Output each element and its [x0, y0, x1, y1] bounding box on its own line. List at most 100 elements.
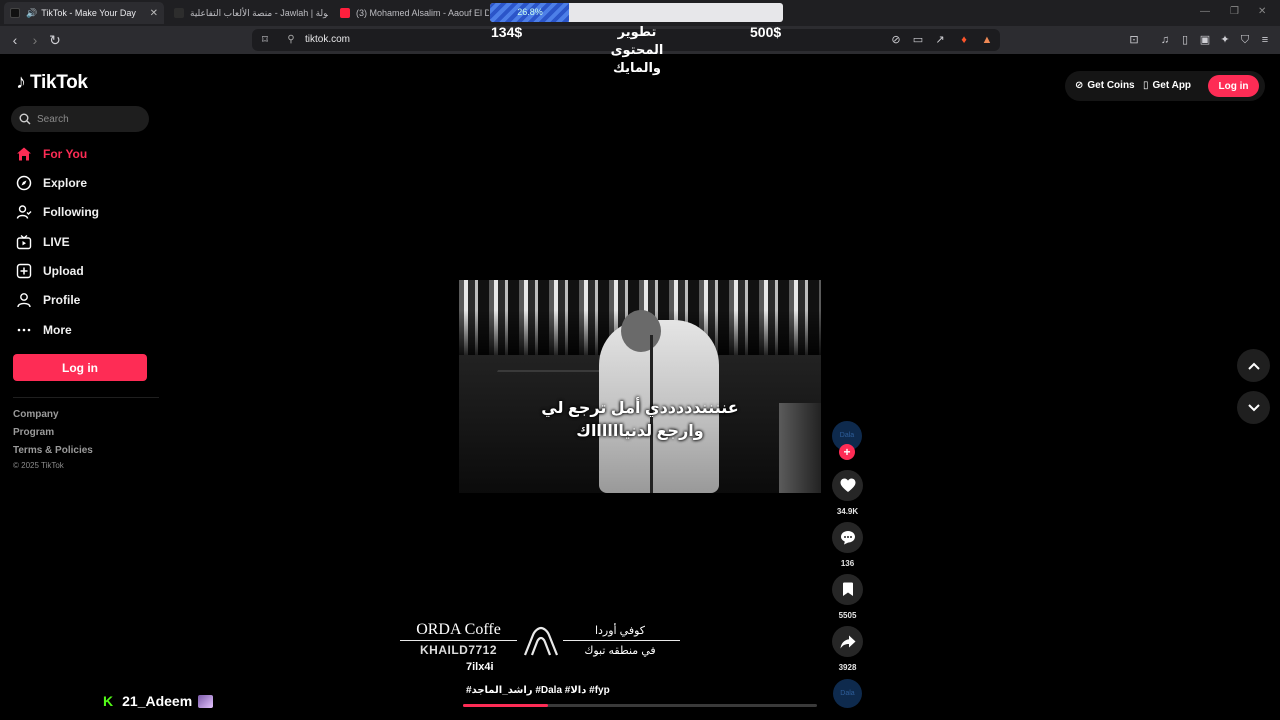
goal-title: تطوير المحتوى والمايك	[610, 24, 664, 75]
video-player[interactable]: عنننندددددي أمل ترجع لي وارجع لدنياااااا…	[459, 280, 821, 493]
sidebar-toggle-icon[interactable]: ⊡	[1127, 33, 1141, 47]
header-login-button[interactable]: Log in	[1208, 75, 1259, 97]
coin-icon: ⊘	[1075, 80, 1084, 91]
sidebar-item-label: Explore	[43, 176, 88, 190]
like-button[interactable]	[832, 470, 863, 501]
streamer-badge: K 21_Adeem	[103, 693, 214, 709]
browser-tab-jawlah[interactable]: منصة الألعاب التفاعلية - Jawlah | جولة	[168, 2, 328, 24]
translate-icon[interactable]: ⊘	[889, 33, 903, 47]
sidebar-item-label: Upload	[43, 264, 84, 278]
heart-icon	[840, 478, 855, 492]
sidebar-item-explore[interactable]: Explore	[16, 173, 87, 193]
speaker-icon: 🔊	[26, 7, 38, 18]
vpn-icon[interactable]: ⛉	[1238, 33, 1252, 47]
sidebar-item-live[interactable]: LIVE	[16, 232, 70, 252]
reader-icon[interactable]: ▯	[1178, 33, 1192, 47]
overlay-line-left	[400, 640, 517, 641]
footer-link-terms[interactable]: Terms & Policies	[13, 445, 93, 456]
search-box[interactable]	[11, 106, 149, 132]
get-app-button[interactable]: ▯ Get App	[1143, 80, 1191, 91]
goal-target: 500$	[750, 24, 782, 40]
search-icon	[19, 113, 31, 125]
bookmark-icon	[842, 582, 853, 596]
streamer-emote-icon	[198, 694, 214, 708]
tab-title: TikTok - Make Your Day	[41, 8, 136, 18]
kick-icon: K	[103, 693, 114, 709]
restore-icon[interactable]: ❐	[1230, 6, 1239, 17]
goal-progress-bar: 26.8%	[490, 3, 783, 22]
bookmark-icon[interactable]: ⌑	[256, 31, 274, 49]
profile-icon	[16, 292, 32, 308]
share-icon	[840, 635, 855, 648]
next-video-button[interactable]	[1237, 391, 1270, 424]
tiktok-logo-icon: ♪	[16, 71, 26, 93]
sidebar-login-button[interactable]: Log in	[13, 354, 147, 381]
video-caption-line2: وارجع لدنيااااااك	[576, 423, 704, 440]
sidebar-item-following[interactable]: Following	[16, 202, 99, 222]
tiktok-icon	[10, 8, 20, 18]
close-icon[interactable]: ✕	[150, 8, 158, 19]
copyright-text: © 2025 TikTok	[13, 461, 64, 470]
save-count: 5505	[838, 611, 857, 620]
following-icon	[16, 204, 32, 220]
menu-icon[interactable]: ≡	[1258, 33, 1272, 47]
overlay-line-right	[563, 640, 680, 641]
back-icon[interactable]: ‹	[6, 31, 24, 49]
sidebar-item-upload[interactable]: Upload	[16, 261, 84, 281]
goal-percent: 26.8%	[517, 7, 543, 17]
leo-ai-icon[interactable]: ✦	[1218, 33, 1232, 47]
sidebar-item-for-you[interactable]: For You	[16, 144, 87, 164]
music-disc[interactable]: Dala	[833, 679, 862, 708]
like-count: 34.9K	[836, 507, 859, 516]
tiktok-logo[interactable]: ♪ TikTok	[16, 71, 88, 94]
tab-title: (3) Mohamed Alsalim - Aaouf El Dem	[356, 8, 489, 18]
tab-title: منصة الألعاب التفاعلية - Jawlah | جولة	[190, 7, 328, 18]
video-author[interactable]: 7ilx4i	[466, 661, 494, 673]
rewards-icon[interactable]: ▲	[980, 33, 994, 47]
goal-current: 134$	[491, 24, 523, 40]
singer-head	[621, 310, 661, 352]
video-progress-bar[interactable]	[463, 704, 817, 707]
chevron-down-icon	[1247, 403, 1260, 411]
comment-button[interactable]	[832, 522, 863, 553]
share-page-icon[interactable]: ↗	[933, 33, 947, 47]
video-caption-line1: عنننندددددي أمل ترجع لي	[541, 400, 739, 417]
cast-icon[interactable]: ▭	[911, 33, 925, 47]
get-app-label: Get App	[1152, 80, 1192, 91]
footer-link-program[interactable]: Program	[13, 427, 54, 438]
previous-video-button[interactable]	[1237, 349, 1270, 382]
music-icon[interactable]: ♫	[1158, 33, 1172, 47]
sidebar-item-label: For You	[43, 147, 88, 161]
home-icon	[16, 146, 32, 162]
forward-icon[interactable]: ›	[26, 31, 44, 49]
sidebar-item-more[interactable]: More	[16, 320, 72, 340]
overlay-handle: KHAILD7712	[419, 643, 498, 657]
share-button[interactable]	[832, 626, 863, 657]
upload-icon	[16, 263, 32, 279]
chevron-up-icon	[1247, 362, 1260, 370]
get-coins-button[interactable]: ⊘ Get Coins	[1075, 80, 1135, 91]
minimize-icon[interactable]: —	[1200, 6, 1210, 17]
video-description[interactable]: #راشد_الماجد #Dala #دالا #fyp	[466, 685, 610, 696]
brave-shield-icon[interactable]: ♦	[957, 33, 971, 47]
footer-link-company[interactable]: Company	[13, 409, 59, 420]
browser-tab-youtube[interactable]: (3) Mohamed Alsalim - Aaouf El Dem	[334, 2, 489, 24]
sidebar-item-label: Profile	[43, 293, 81, 307]
browser-tab-tiktok[interactable]: 🔊 TikTok - Make Your Day ✕	[4, 2, 164, 24]
orda-logo-icon	[523, 626, 559, 656]
compass-icon	[16, 175, 32, 191]
comment-icon	[840, 531, 855, 545]
url-text[interactable]: tiktok.com	[305, 34, 350, 45]
youtube-icon	[340, 8, 350, 18]
sidebar-item-label: LIVE	[43, 235, 70, 249]
streamer-name: 21_Adeem	[122, 693, 193, 709]
brand-name: TikTok	[30, 71, 88, 93]
sidebar-item-profile[interactable]: Profile	[16, 290, 80, 310]
site-info-icon[interactable]: ⚲	[282, 31, 300, 49]
save-button[interactable]	[832, 574, 863, 605]
wallet-icon[interactable]: ▣	[1198, 33, 1212, 47]
window-close-icon[interactable]: ✕	[1258, 6, 1266, 17]
follow-plus-icon[interactable]: +	[839, 444, 855, 460]
search-input[interactable]	[37, 113, 137, 125]
reload-icon[interactable]: ↻	[46, 31, 64, 49]
